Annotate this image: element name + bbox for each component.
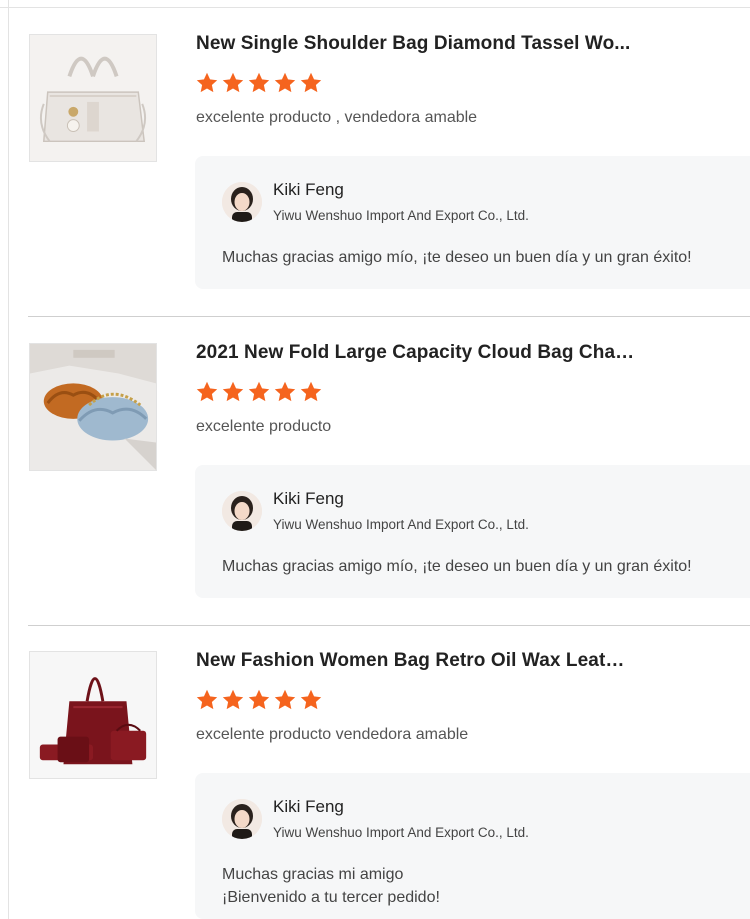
product-title[interactable]: 2021 New Fold Large Capacity Cloud Bag C… bbox=[196, 342, 636, 364]
star-icon bbox=[221, 380, 245, 404]
rating-stars bbox=[195, 380, 323, 404]
reviews-page: New Single Shoulder Bag Diamond Tassel W… bbox=[0, 0, 750, 919]
reply-message: Muchas gracias mi amigo ¡Bienvenido a tu … bbox=[222, 863, 440, 909]
reply-line: ¡Bienvenido a tu tercer pedido! bbox=[222, 889, 440, 906]
seller-avatar bbox=[222, 491, 262, 531]
reply-message: Muchas gracias amigo mío, ¡te deseo un b… bbox=[222, 555, 692, 578]
star-icon bbox=[273, 71, 297, 95]
seller-avatar bbox=[222, 182, 262, 222]
product-title[interactable]: New Fashion Women Bag Retro Oil Wax Leat… bbox=[196, 650, 636, 672]
star-icon bbox=[221, 688, 245, 712]
seller-reply: Kiki Feng Yiwu Wenshuo Import And Export… bbox=[195, 773, 750, 919]
reply-message: Muchas gracias amigo mío, ¡te deseo un b… bbox=[222, 246, 692, 269]
review-comment: excelente producto , vendedora amable bbox=[196, 109, 478, 126]
star-icon bbox=[195, 688, 219, 712]
white-handbag-image bbox=[30, 35, 156, 161]
rating-stars bbox=[195, 71, 323, 95]
seller-reply: Kiki Feng Yiwu Wenshuo Import And Export… bbox=[195, 156, 750, 289]
product-thumbnail[interactable] bbox=[29, 651, 157, 779]
cloud-bags-image bbox=[30, 344, 156, 470]
product-title[interactable]: New Single Shoulder Bag Diamond Tassel W… bbox=[196, 33, 636, 55]
product-thumbnail[interactable] bbox=[29, 343, 157, 471]
seller-name: Kiki Feng bbox=[273, 797, 344, 816]
star-icon bbox=[247, 688, 271, 712]
seller-company[interactable]: Yiwu Wenshuo Import And Export Co., Ltd. bbox=[273, 825, 529, 840]
review-item: 2021 New Fold Large Capacity Cloud Bag C… bbox=[0, 317, 750, 626]
star-icon bbox=[273, 380, 297, 404]
star-icon bbox=[299, 688, 323, 712]
review-comment: excelente producto bbox=[196, 418, 332, 435]
star-icon bbox=[299, 380, 323, 404]
review-item: New Single Shoulder Bag Diamond Tassel W… bbox=[0, 8, 750, 317]
star-icon bbox=[273, 688, 297, 712]
review-item: New Fashion Women Bag Retro Oil Wax Leat… bbox=[0, 625, 750, 919]
seller-company[interactable]: Yiwu Wenshuo Import And Export Co., Ltd. bbox=[273, 517, 529, 532]
seller-company[interactable]: Yiwu Wenshuo Import And Export Co., Ltd. bbox=[273, 208, 529, 223]
star-icon bbox=[247, 380, 271, 404]
reply-line: Muchas gracias amigo mío, ¡te deseo un b… bbox=[222, 249, 692, 266]
seller-name: Kiki Feng bbox=[273, 489, 344, 508]
rating-stars bbox=[195, 688, 323, 712]
reply-line: Muchas gracias amigo mío, ¡te deseo un b… bbox=[222, 558, 692, 575]
reply-line: Muchas gracias mi amigo bbox=[222, 866, 404, 883]
review-comment: excelente producto vendedora amable bbox=[196, 726, 469, 743]
product-thumbnail[interactable] bbox=[29, 34, 157, 162]
seller-name: Kiki Feng bbox=[273, 180, 344, 199]
star-icon bbox=[195, 71, 219, 95]
burgundy-bag-set-image bbox=[30, 652, 156, 778]
star-icon bbox=[247, 71, 271, 95]
star-icon bbox=[195, 380, 219, 404]
seller-reply: Kiki Feng Yiwu Wenshuo Import And Export… bbox=[195, 465, 750, 598]
star-icon bbox=[299, 71, 323, 95]
star-icon bbox=[221, 71, 245, 95]
seller-avatar bbox=[222, 799, 262, 839]
